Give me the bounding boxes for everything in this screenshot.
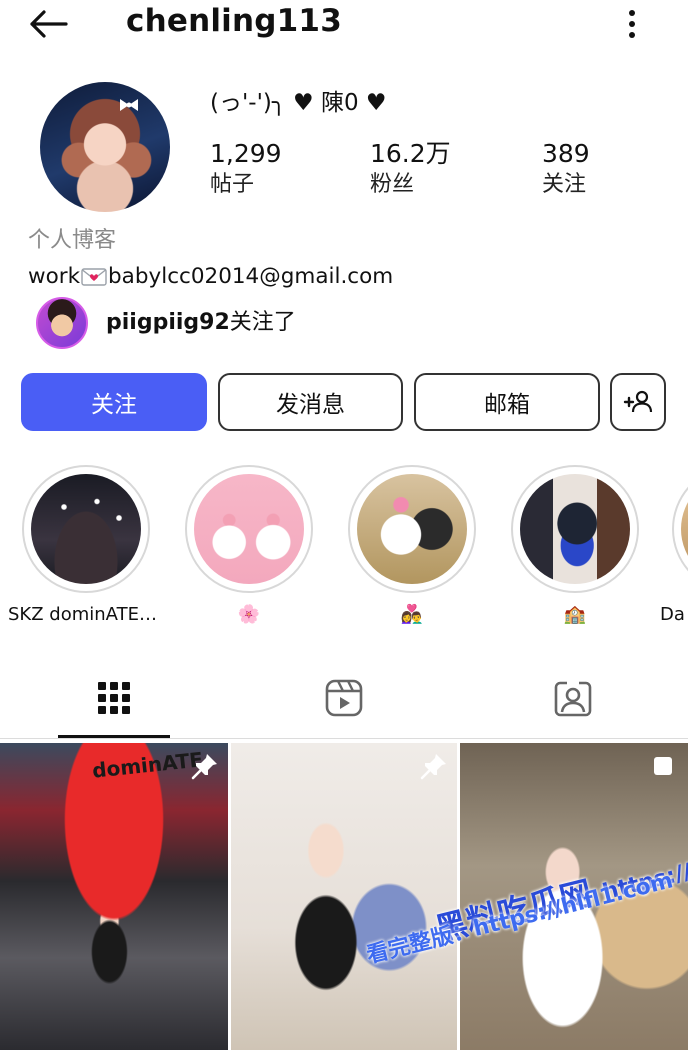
arrow-left-icon: [30, 10, 68, 38]
highlight-3[interactable]: [348, 465, 476, 593]
bow-decoration: [120, 99, 138, 111]
highlight-label-1: SKZ dominATE…: [8, 604, 157, 625]
highlight-ring: [185, 465, 313, 593]
email-button[interactable]: 邮箱: [414, 373, 600, 431]
message-button[interactable]: 发消息: [218, 373, 403, 431]
stat-followers-count: 16.2万: [370, 139, 451, 168]
post-poster-text: dominATE: [91, 747, 205, 783]
pin-icon: [420, 754, 446, 780]
pin-icon: [191, 754, 217, 780]
stat-followers-label: 粉丝: [370, 172, 415, 197]
highlight-ring: [511, 465, 639, 593]
stat-following-label: 关注: [542, 172, 587, 197]
followed-by-username: piigpiig92: [106, 310, 230, 335]
tab-divider: [0, 738, 688, 739]
profile-bio: work babylcc02014@gmail.com: [28, 262, 393, 292]
highlight-cover: [194, 474, 304, 584]
stat-posts-count: 1,299: [210, 139, 282, 168]
highlight-label-4: 🏫: [563, 604, 587, 625]
followed-by-text[interactable]: piigpiig92关注了: [106, 307, 296, 339]
bio-prefix: work: [28, 264, 81, 289]
tab-reels[interactable]: [314, 668, 374, 728]
display-name: (っ'-')╮ ♥ 陳0 ♥: [210, 90, 387, 116]
highlight-label-3: 👩‍❤️‍👨: [400, 604, 424, 625]
more-vertical-icon: [629, 10, 635, 38]
reels-icon: [325, 679, 363, 717]
followed-by-suffix: 关注了: [229, 310, 296, 335]
profile-category: 个人博客: [28, 228, 117, 253]
more-options-button[interactable]: [612, 4, 652, 44]
follow-button[interactable]: 关注: [21, 373, 207, 431]
highlight-ring: [22, 465, 150, 593]
highlight-4[interactable]: [511, 465, 639, 593]
profile-username: chenling113: [126, 3, 342, 39]
stat-posts[interactable]: 1,299 帖子: [210, 138, 282, 200]
back-button[interactable]: [24, 4, 72, 44]
stat-following-count: 389: [542, 139, 590, 168]
highlight-cover: [681, 474, 688, 584]
grid-icon: [98, 682, 130, 714]
tab-tagged[interactable]: [543, 668, 603, 728]
post-thumbnail-2[interactable]: [231, 743, 457, 1050]
highlight-label-5: Da: [660, 604, 685, 625]
tagged-icon: [554, 681, 592, 717]
highlight-2[interactable]: [185, 465, 313, 593]
tab-posts-grid[interactable]: [84, 668, 144, 728]
highlight-5[interactable]: [672, 465, 688, 593]
post-thumbnail-1[interactable]: dominATE: [0, 743, 228, 1050]
stat-posts-label: 帖子: [210, 172, 255, 197]
followed-by-avatar[interactable]: [36, 297, 88, 349]
highlight-1[interactable]: [22, 465, 150, 593]
stat-followers[interactable]: 16.2万 粉丝: [370, 138, 451, 200]
stat-following[interactable]: 389 关注: [542, 138, 590, 200]
highlight-cover: [520, 474, 630, 584]
love-letter-icon: [81, 268, 107, 286]
highlight-ring: [348, 465, 476, 593]
multi-image-icon: [654, 757, 672, 775]
add-person-icon: [623, 390, 653, 413]
profile-avatar[interactable]: [40, 82, 170, 212]
highlight-label-2: 🌸: [237, 604, 261, 625]
bio-email[interactable]: babylcc02014@gmail.com: [108, 262, 393, 292]
suggest-users-button[interactable]: [610, 373, 666, 431]
highlight-cover: [357, 474, 467, 584]
highlight-ring: [672, 465, 688, 593]
highlight-cover: [31, 474, 141, 584]
